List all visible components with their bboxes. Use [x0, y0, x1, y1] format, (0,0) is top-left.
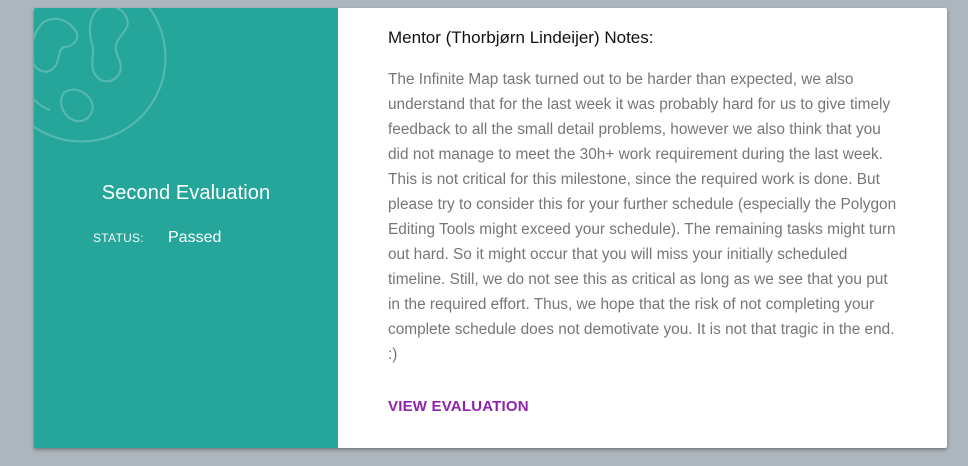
status-value: Passed — [168, 229, 222, 246]
evaluation-summary-panel: Second Evaluation STATUS: Passed — [34, 8, 338, 448]
notes-heading: Mentor (Thorbjørn Lindeijer) Notes: — [388, 28, 654, 47]
evaluation-title: Second Evaluation — [101, 182, 271, 204]
evaluation-card: Second Evaluation STATUS: Passed Mentor … — [34, 8, 947, 448]
notes-body: The Infinite Map task turned out to be h… — [388, 71, 897, 363]
mentor-notes-panel: Mentor (Thorbjørn Lindeijer) Notes: The … — [338, 8, 947, 448]
status-row: STATUS: Passed — [93, 229, 221, 247]
status-label: STATUS: — [93, 231, 144, 245]
globe-icon — [34, 8, 167, 143]
view-evaluation-link[interactable]: VIEW EVALUATION — [388, 398, 529, 415]
